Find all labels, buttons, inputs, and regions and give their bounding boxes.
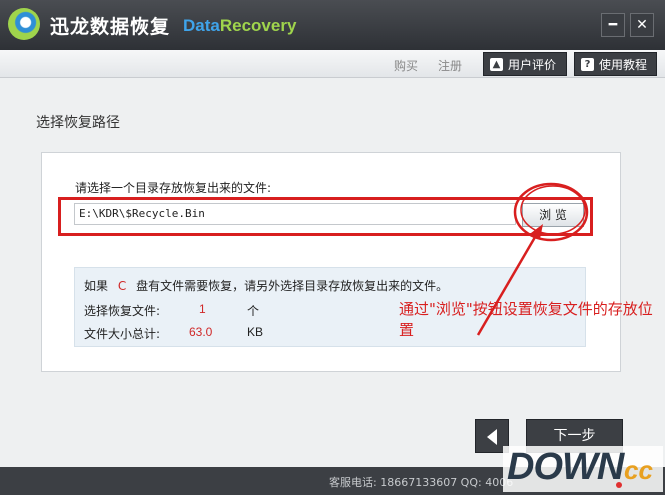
watermark-dot-icon bbox=[616, 482, 622, 488]
customer-service-text: 客服电话: 18667133607 QQ: 4006 bbox=[329, 476, 514, 489]
watermark-suffix: cc bbox=[624, 455, 653, 485]
back-arrow-icon bbox=[487, 429, 497, 445]
annotation-circle-inner bbox=[520, 185, 586, 235]
watermark-logo: DOWN cc bbox=[503, 446, 663, 492]
annotation-text: 通过"浏览"按钮设置恢复文件的存放位置 bbox=[399, 300, 653, 339]
annotation-circle bbox=[513, 182, 589, 242]
watermark-main: DOWN bbox=[507, 446, 624, 488]
